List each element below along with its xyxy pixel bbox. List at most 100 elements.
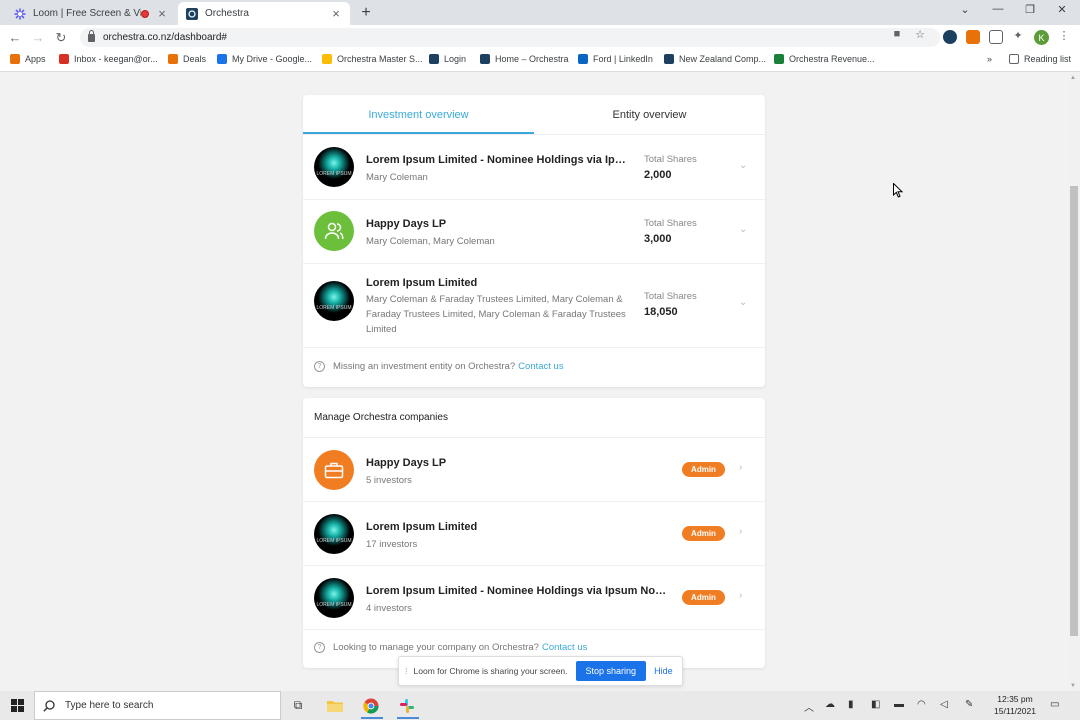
- bookmarks-overflow-icon[interactable]: »: [987, 54, 992, 64]
- pen-icon[interactable]: ✎: [965, 699, 973, 710]
- chevron-down-icon[interactable]: ⌄: [739, 297, 747, 308]
- file-explorer-icon[interactable]: [325, 696, 345, 715]
- lorem-ipsum-logo: LOREM IPSUM: [314, 147, 354, 187]
- bookmark-my-drive[interactable]: My Drive - Google...: [217, 54, 312, 64]
- show-hidden-icons-icon[interactable]: ︿: [804, 699, 814, 714]
- people-icon: [314, 211, 354, 251]
- bookmark-label: Deals: [183, 54, 207, 64]
- scroll-down-icon[interactable]: ▼: [1070, 683, 1076, 689]
- usb-icon[interactable]: ▮: [848, 699, 854, 710]
- reload-icon[interactable]: ↻: [53, 30, 69, 46]
- bookmark-star-icon[interactable]: ☆: [913, 28, 927, 41]
- recording-indicator-icon: [141, 9, 149, 18]
- contact-us-link[interactable]: Contact us: [518, 361, 563, 372]
- security-icon[interactable]: ◧: [871, 699, 880, 710]
- camera-icon[interactable]: ■: [890, 28, 904, 40]
- orchestra-icon: [480, 54, 490, 64]
- bookmark-home-orchestra[interactable]: Home – Orchestra: [480, 54, 569, 64]
- orchestra-extension-icon[interactable]: [943, 30, 957, 44]
- drag-handle-icon[interactable]: ⁞: [405, 666, 408, 676]
- chevron-down-icon[interactable]: ⌄: [739, 160, 747, 171]
- bookmark-apps[interactable]: Apps: [10, 54, 46, 64]
- tab-search-icon[interactable]: ⌄: [955, 3, 975, 16]
- tab-entity-overview[interactable]: Entity overview: [534, 95, 765, 134]
- extensions-puzzle-icon[interactable]: ✦: [1011, 29, 1025, 42]
- menu-kebab-icon[interactable]: ⋮: [1057, 29, 1071, 42]
- notifications-icon[interactable]: ▭: [1050, 699, 1059, 710]
- chevron-down-icon[interactable]: ⌄: [739, 224, 747, 235]
- restore-window-button[interactable]: ❐: [1020, 3, 1040, 16]
- tab-title: Loom | Free Screen & Video: [33, 8, 141, 19]
- minimize-window-button[interactable]: —: [988, 3, 1008, 15]
- company-investors: 5 investors: [366, 475, 412, 486]
- battery-icon[interactable]: ▬: [894, 699, 904, 710]
- hide-button[interactable]: Hide: [654, 666, 673, 676]
- reading-list[interactable]: Reading list: [1009, 54, 1071, 64]
- page-scrollbar[interactable]: ▲ ▼: [1068, 73, 1080, 691]
- lorem-ipsum-logo: LOREM IPSUM: [314, 578, 354, 618]
- contact-us-link[interactable]: Contact us: [542, 642, 587, 653]
- close-window-button[interactable]: ✕: [1052, 3, 1072, 16]
- scrollbar-thumb[interactable]: [1070, 186, 1078, 636]
- task-view-icon[interactable]: ⧉: [288, 696, 308, 715]
- company-row[interactable]: Happy Days LP 5 investors Admin ›: [303, 438, 765, 502]
- chevron-right-icon[interactable]: ›: [739, 526, 742, 537]
- bookmark-orchestra-revenue[interactable]: Orchestra Revenue...: [774, 54, 875, 64]
- bookmark-nz-companies[interactable]: New Zealand Comp...: [664, 54, 766, 64]
- browser-tab-strip: Loom | Free Screen & Video × Orchestra ×…: [0, 0, 1080, 25]
- network-icon[interactable]: ◠: [917, 699, 926, 710]
- slack-icon[interactable]: [397, 696, 417, 715]
- extension-icon[interactable]: [989, 30, 1003, 44]
- apps-grid-icon: [10, 54, 20, 64]
- nz-icon: [664, 54, 674, 64]
- onedrive-icon[interactable]: ☁: [825, 699, 835, 710]
- bookmark-deals[interactable]: Deals: [168, 54, 206, 64]
- taskbar-clock[interactable]: 12:35 pm 15/11/2021: [990, 693, 1040, 717]
- total-shares-label: Total Shares: [644, 154, 697, 165]
- chevron-right-icon[interactable]: ›: [739, 590, 742, 601]
- close-tab-icon[interactable]: ×: [156, 6, 168, 21]
- company-row[interactable]: LOREM IPSUM Lorem Ipsum Limited 17 inves…: [303, 502, 765, 566]
- tab-investment-overview[interactable]: Investment overview: [303, 95, 534, 134]
- browser-tab-loom[interactable]: Loom | Free Screen & Video ×: [6, 2, 176, 25]
- scroll-up-icon[interactable]: ▲: [1070, 75, 1076, 81]
- company-row[interactable]: LOREM IPSUM Lorem Ipsum Limited - Nomine…: [303, 566, 765, 630]
- chevron-right-icon[interactable]: ›: [739, 462, 742, 473]
- bookmark-linkedin[interactable]: Ford | LinkedIn: [578, 54, 653, 64]
- stop-sharing-button[interactable]: Stop sharing: [575, 661, 647, 681]
- back-icon[interactable]: ←: [7, 30, 23, 45]
- windows-start-button[interactable]: [0, 691, 34, 720]
- bookmark-label: Home – Orchestra: [495, 54, 569, 64]
- bookmark-orchestra-master[interactable]: Orchestra Master S...: [322, 54, 423, 64]
- loom-sharing-text: Loom for Chrome is sharing your screen.: [413, 666, 568, 676]
- clock-date: 15/11/2021: [994, 706, 1036, 716]
- deals-icon: [168, 54, 178, 64]
- company-investors: 17 investors: [366, 539, 418, 550]
- investment-row[interactable]: LOREM IPSUM Lorem Ipsum Limited Mary Col…: [303, 264, 765, 348]
- browser-tab-orchestra[interactable]: Orchestra ×: [178, 2, 350, 25]
- manage-company-note: ? Looking to manage your company on Orch…: [314, 642, 587, 653]
- search-icon: [43, 699, 55, 712]
- logo-text: LOREM IPSUM: [316, 602, 352, 608]
- chrome-icon[interactable]: [361, 696, 381, 715]
- profile-avatar[interactable]: K: [1034, 30, 1049, 45]
- browser-toolbar: ← → ↻ orchestra.co.nz/dashboard# ■ ☆ ✦ ⋮: [0, 25, 1080, 50]
- forward-icon[interactable]: →: [30, 30, 46, 45]
- help-circle-icon: ?: [314, 642, 325, 653]
- investment-name: Lorem Ipsum Limited: [366, 277, 478, 289]
- volume-icon[interactable]: ◁: [940, 699, 948, 710]
- total-shares-label: Total Shares: [644, 291, 697, 302]
- manage-companies-card: Manage Orchestra companies Happy Days LP…: [303, 398, 765, 668]
- total-shares-value: 18,050: [644, 306, 678, 318]
- new-tab-button[interactable]: +: [358, 4, 374, 22]
- bookmark-login[interactable]: Login: [429, 54, 466, 64]
- address-bar[interactable]: orchestra.co.nz/dashboard#: [80, 28, 940, 47]
- bookmark-label: Login: [444, 54, 467, 64]
- investment-row[interactable]: Happy Days LP Mary Coleman, Mary Coleman…: [303, 200, 765, 264]
- investment-row[interactable]: LOREM IPSUM Lorem Ipsum Limited - Nomine…: [303, 136, 765, 200]
- extension-icon[interactable]: [966, 30, 980, 44]
- taskbar-search[interactable]: Type here to search: [34, 691, 281, 720]
- bookmark-inbox[interactable]: Inbox - keegan@or...: [59, 54, 158, 64]
- close-tab-icon[interactable]: ×: [330, 6, 342, 21]
- briefcase-icon: [314, 450, 354, 490]
